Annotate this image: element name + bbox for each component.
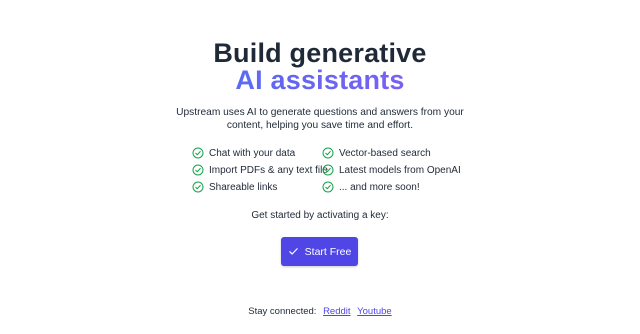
feature-label: Chat with your data bbox=[209, 147, 296, 159]
start-free-button[interactable]: Start Free bbox=[281, 237, 358, 266]
check-circle-icon bbox=[192, 164, 204, 176]
check-circle-icon bbox=[322, 147, 334, 159]
start-free-label: Start Free bbox=[304, 245, 352, 258]
feature-item: Shareable links bbox=[192, 180, 277, 194]
check-circle-icon bbox=[192, 181, 204, 193]
check-circle-icon bbox=[192, 147, 204, 159]
landing-page: Build generative AI assistants Upstream … bbox=[0, 0, 640, 334]
feature-item: Import PDFs & any text file bbox=[192, 163, 328, 177]
feature-label: ... and more soon! bbox=[339, 181, 420, 193]
feature-label: Shareable links bbox=[209, 181, 278, 193]
check-circle-icon bbox=[322, 164, 334, 176]
check-circle-icon bbox=[322, 181, 334, 193]
reddit-link[interactable]: Reddit bbox=[323, 306, 350, 317]
youtube-link[interactable]: Youtube bbox=[357, 306, 392, 317]
checkmark-icon bbox=[288, 248, 298, 255]
feature-item: Vector-based search bbox=[322, 146, 431, 160]
hero-title-line1: Build generative bbox=[213, 38, 427, 68]
feature-item: Chat with your data bbox=[192, 146, 295, 160]
footer: Stay connected: Reddit Youtube bbox=[0, 306, 640, 317]
feature-item: ... and more soon! bbox=[322, 180, 420, 194]
feature-label: Vector-based search bbox=[339, 147, 431, 159]
hero-description: Upstream uses AI to generate questions a… bbox=[176, 107, 464, 131]
feature-label: Latest models from OpenAI bbox=[339, 164, 461, 176]
hero-title-line2: AI assistants bbox=[0, 66, 640, 94]
feature-label: Import PDFs & any text file bbox=[209, 164, 328, 176]
cta-prompt: Get started by activating a key: bbox=[251, 210, 389, 221]
footer-label: Stay connected: bbox=[248, 306, 317, 317]
feature-item: Latest models from OpenAI bbox=[322, 163, 461, 177]
